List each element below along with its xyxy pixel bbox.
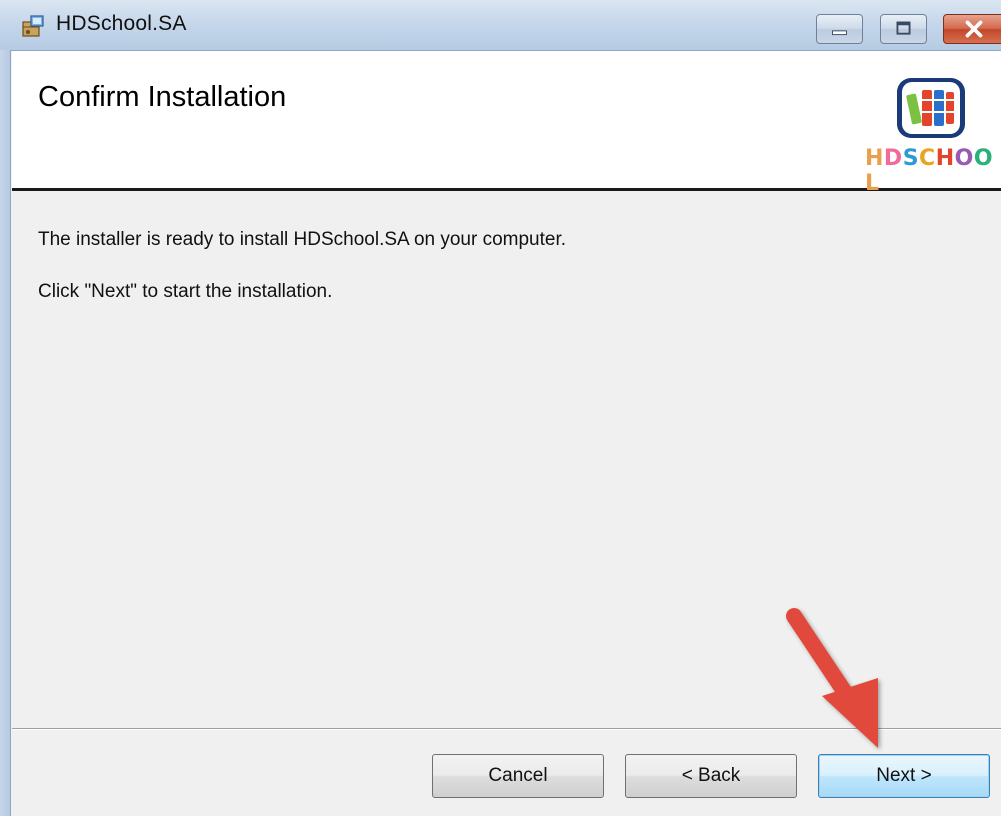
back-button-label: < Back [681, 765, 741, 786]
logo-letter: O [973, 146, 994, 171]
header-banner [12, 51, 1001, 188]
close-button[interactable] [943, 14, 1001, 44]
logo-letter: C [919, 146, 936, 171]
minimize-icon [832, 30, 847, 36]
cancel-button[interactable]: Cancel [432, 754, 604, 798]
logo-letter: D [883, 146, 903, 171]
logo-letter: L [865, 171, 880, 196]
installer-icon [22, 15, 44, 37]
next-button-label: Next > [876, 765, 932, 786]
logo-letter: O [954, 146, 974, 171]
logo-letter: H [935, 146, 955, 171]
maximize-button[interactable] [880, 14, 927, 44]
cancel-button-label: Cancel [488, 765, 548, 786]
close-icon [965, 20, 983, 38]
hdschool-logo-text: HDSCHOOL [865, 146, 1001, 196]
hdschool-logo [897, 78, 965, 138]
back-button[interactable]: < Back [625, 754, 797, 798]
red-arrow-annotation [786, 608, 878, 748]
instruction-message: Click "Next" to start the installation. [38, 281, 333, 302]
installer-window: HDSchool.SA Confirm Installation HDSCHOO… [0, 0, 1001, 816]
maximize-icon [896, 21, 911, 35]
window-left-border [0, 50, 11, 816]
header-divider [12, 188, 1001, 191]
logo-letter: H [865, 146, 884, 171]
minimize-button[interactable] [816, 14, 863, 44]
window-title: HDSchool.SA [56, 12, 187, 35]
ready-message: The installer is ready to install HDScho… [38, 229, 567, 250]
page-title: Confirm Installation [38, 81, 287, 113]
title-bar[interactable]: HDSchool.SA [0, 0, 1001, 51]
logo-letter: S [902, 146, 920, 171]
next-button[interactable]: Next > [818, 754, 990, 798]
